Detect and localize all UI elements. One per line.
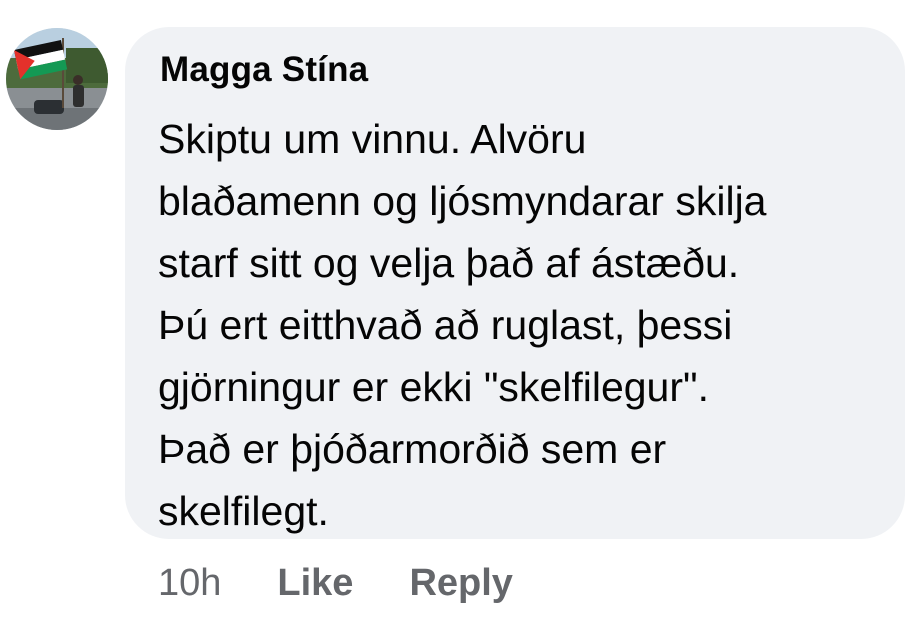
comment-text-line: starf sitt og velja það af ástæðu. (158, 240, 740, 286)
comment-timestamp[interactable]: 10h (158, 562, 221, 605)
reply-button[interactable]: Reply (409, 562, 512, 605)
comment-text-line: skelfilegt. (158, 488, 329, 534)
comment: Magga Stína Skiptu um vinnu. Alvöru blað… (0, 0, 917, 628)
comment-text-line: Skiptu um vinnu. Alvöru (158, 116, 587, 162)
comment-actions: 10h Like Reply (158, 558, 569, 608)
comment-text: Skiptu um vinnu. Alvöru blaðamenn og ljó… (158, 108, 898, 542)
author-avatar[interactable] (6, 28, 108, 130)
comment-text-line: Það er þjóðarmorðið sem er (158, 426, 667, 472)
comment-author-name[interactable]: Magga Stína (160, 50, 368, 90)
comment-text-line: Þú ert eitthvað að ruglast, þessi (158, 302, 733, 348)
comment-text-line: blaðamenn og ljósmyndarar skilja (158, 178, 767, 224)
comment-text-line: gjörningur er ekki "skelfilegur". (158, 364, 709, 410)
avatar-photo-icon (6, 28, 108, 130)
like-button[interactable]: Like (277, 562, 353, 605)
